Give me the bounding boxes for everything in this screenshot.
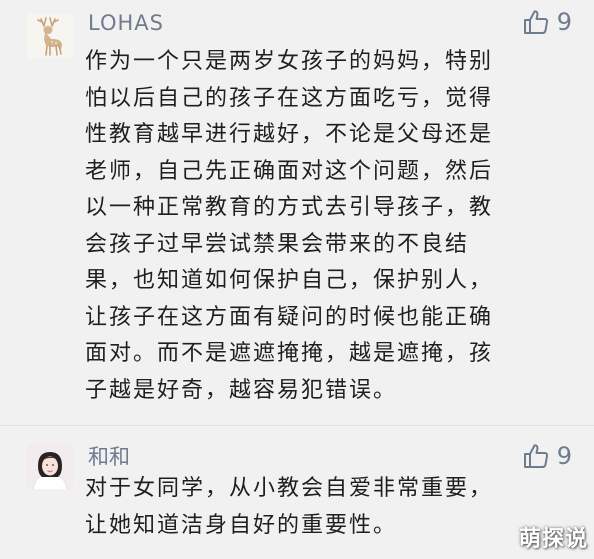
avatar[interactable] (27, 13, 73, 59)
comment-line: 果，也知道如何保护自己，保护别人， (85, 268, 494, 293)
like-button[interactable]: 9 (522, 442, 572, 470)
thumbs-up-icon (523, 444, 548, 468)
comment-line: 老师，自己先正确面对这个问题，然后 (85, 158, 494, 184)
comment-line: 让她知道洁身自好的重要性。 (85, 512, 398, 538)
comment-divider (0, 425, 594, 426)
comment-text: 作为一个只是两岁女孩子的妈妈，特别 怕以后自己的孩子在这方面吃亏，觉得 性教育越… (85, 44, 555, 409)
username[interactable]: 和和 (88, 441, 130, 471)
comment-line: 让孩子在这方面有疑问的时候也能正确 (85, 304, 494, 330)
user-photo-icon (27, 444, 73, 490)
like-count: 9 (556, 442, 572, 470)
comment-line: 面对。而不是遮遮掩掩，越是遮掩，孩 (85, 341, 494, 366)
comment-line: 作为一个只是两岁女孩子的妈妈，特别 (85, 49, 494, 74)
comment-item: 和和 9 对于女同学，从小教会自爱非常重要， 让她知道洁身自好的重要性。 (0, 430, 594, 559)
deer-icon (27, 13, 73, 59)
comment-line: 怕以后自己的孩子在这方面吃亏，觉得 (85, 85, 494, 111)
comment-line: 以一种正常教育的方式去引导孩子，教 (85, 195, 494, 220)
avatar[interactable] (27, 444, 73, 490)
comment-line: 子越是好奇，越容易犯错误。 (85, 377, 398, 403)
comment-item: LOHAS 9 作为一个只是两岁女孩子的妈妈，特别 怕以后自己的孩子在这方面吃亏… (0, 0, 594, 425)
comment-line: 对于女同学，从小教会自爱非常重要， (85, 476, 494, 501)
comment-line: 性教育越早进行越好，不论是父母还是 (85, 122, 494, 147)
watermark: 萌探说 (518, 527, 588, 552)
comment-line: 会孩子过早尝试禁果会带来的不良结 (85, 231, 470, 257)
like-count: 9 (556, 8, 572, 36)
thumbs-up-icon (523, 10, 548, 34)
like-button[interactable]: 9 (522, 8, 572, 36)
username[interactable]: LOHAS (88, 11, 164, 35)
comment-text: 对于女同学，从小教会自爱非常重要， 让她知道洁身自好的重要性。 (85, 471, 555, 544)
